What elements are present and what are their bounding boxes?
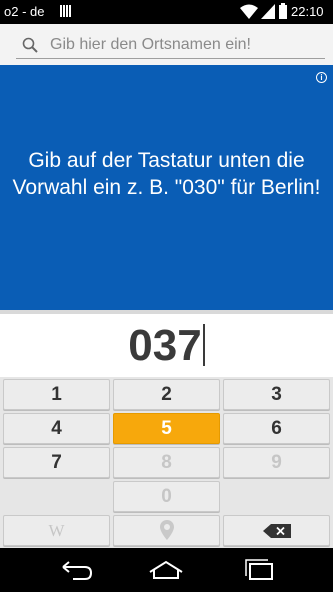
key-5[interactable]: 5 xyxy=(113,413,220,444)
location-pin-icon xyxy=(159,520,174,540)
location-button[interactable] xyxy=(113,515,220,546)
backspace-icon xyxy=(262,524,291,538)
key-9[interactable]: 9 xyxy=(223,447,330,478)
key-2[interactable]: 2 xyxy=(113,379,220,410)
search-bar xyxy=(0,24,333,65)
key-0[interactable]: 0 xyxy=(113,481,220,512)
key-4[interactable]: 4 xyxy=(3,413,110,444)
key-3[interactable]: 3 xyxy=(223,379,330,410)
ad-banner[interactable]: i Gib auf der Tastatur unten die Vorwahl… xyxy=(0,65,333,310)
clock: 22:10 xyxy=(291,4,324,19)
key-7[interactable]: 7 xyxy=(3,447,110,478)
search-field[interactable] xyxy=(16,32,325,59)
number-display: 037 xyxy=(0,310,333,377)
sim-card-icon xyxy=(60,5,71,17)
banner-text: Gib auf der Tastatur unten die Vorwahl e… xyxy=(12,149,321,199)
navigation-bar xyxy=(0,548,333,592)
status-bar: o2 - de 22:10 xyxy=(0,0,333,24)
area-code-display: 037 xyxy=(0,321,333,371)
key-8[interactable]: 8 xyxy=(113,447,220,478)
area-code-value: 037 xyxy=(128,321,202,370)
search-icon xyxy=(22,37,38,53)
key-6[interactable]: 6 xyxy=(223,413,330,444)
wikipedia-icon: W xyxy=(48,521,65,540)
carrier-name: o2 - de xyxy=(4,4,45,19)
recent-apps-icon[interactable] xyxy=(240,558,280,582)
wikipedia-button[interactable]: W xyxy=(3,515,110,546)
back-icon[interactable] xyxy=(55,558,95,582)
search-input[interactable] xyxy=(50,32,320,58)
text-cursor xyxy=(202,324,205,366)
wifi-icon xyxy=(240,4,258,19)
backspace-button[interactable] xyxy=(223,515,330,546)
keypad: 1 2 3 4 5 6 7 8 9 0 W xyxy=(0,377,333,548)
info-icon[interactable]: i xyxy=(316,72,327,83)
signal-icon xyxy=(261,4,275,19)
battery-icon xyxy=(279,3,287,19)
home-icon[interactable] xyxy=(146,558,186,582)
key-1[interactable]: 1 xyxy=(3,379,110,410)
